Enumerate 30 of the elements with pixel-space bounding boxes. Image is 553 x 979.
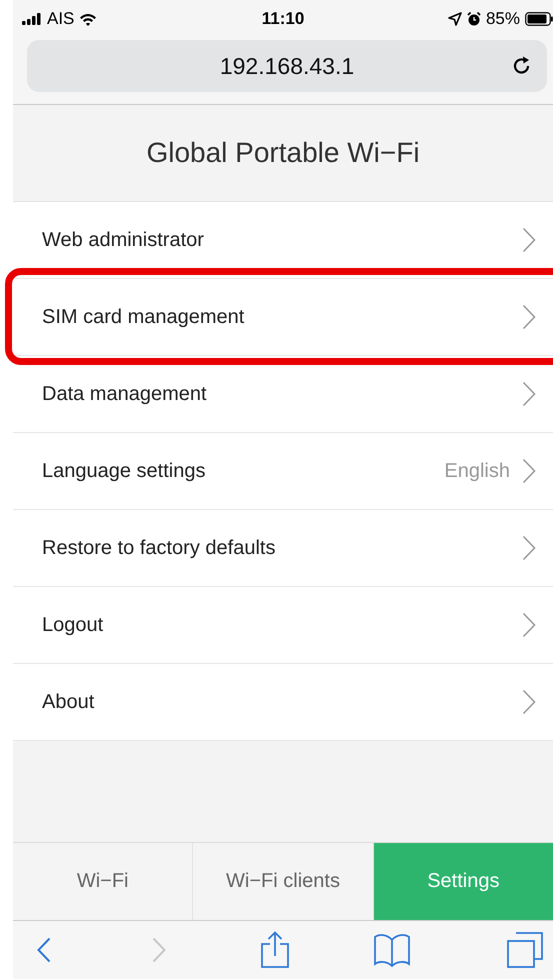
menu-item[interactable]: Logout	[13, 587, 553, 664]
battery-icon	[525, 12, 553, 26]
chevron-right-icon	[522, 458, 536, 484]
tabs-icon[interactable]	[507, 932, 543, 968]
book-icon[interactable]	[372, 933, 410, 967]
back-icon[interactable]	[37, 937, 51, 963]
chevron-right-icon	[522, 612, 536, 638]
menu-item[interactable]: Web administrator	[13, 202, 553, 279]
carrier-name: AIS	[47, 9, 74, 29]
menu-item[interactable]: SIM card management	[13, 279, 553, 356]
alarm-clock-icon	[466, 12, 481, 26]
menu-item[interactable]: Data management	[13, 356, 553, 433]
share-icon[interactable]	[260, 931, 290, 969]
wifi-icon	[79, 12, 98, 26]
page-title: Global Portable Wi−Fi	[146, 137, 420, 169]
menu-item[interactable]: Language settings English	[13, 433, 553, 510]
signal-icon	[22, 13, 42, 25]
battery-percent: 85%	[486, 9, 520, 29]
url-text: 192.168.43.1	[220, 52, 354, 80]
chevron-right-icon	[522, 535, 536, 561]
menu-item[interactable]: About	[13, 664, 553, 741]
chevron-right-icon	[522, 227, 536, 253]
chevron-right-icon	[522, 381, 536, 407]
location-arrow-icon	[448, 12, 462, 26]
menu-item[interactable]: Restore to factory defaults	[13, 510, 553, 587]
chevron-right-icon	[522, 689, 536, 715]
address-bar[interactable]: 192.168.43.1	[27, 40, 547, 92]
chevron-right-icon	[522, 304, 536, 330]
clock-time: 11:10	[262, 9, 304, 29]
current-value: English	[444, 460, 510, 482]
